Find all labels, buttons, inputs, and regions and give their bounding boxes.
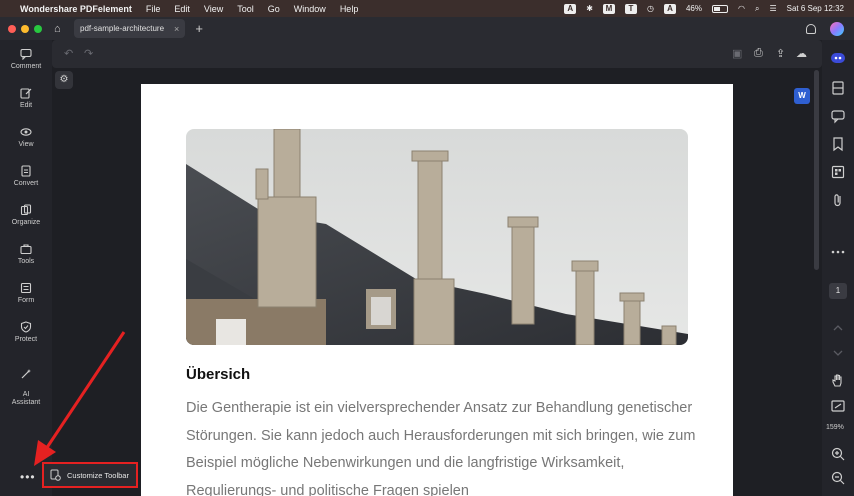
- wifi-icon[interactable]: ◠: [738, 4, 745, 13]
- tool-label: Comment: [10, 63, 42, 70]
- datetime[interactable]: Sat 6 Sep 12:32: [787, 4, 844, 13]
- filter-settings-icon[interactable]: ⚙: [55, 71, 73, 89]
- ai-chat-icon[interactable]: [830, 50, 846, 66]
- tool-label: AI Assistant: [11, 391, 41, 406]
- tool-view[interactable]: View: [0, 126, 52, 148]
- panel-icon[interactable]: [830, 80, 846, 96]
- tool-label: Tools: [17, 258, 35, 265]
- tool-convert[interactable]: Convert: [0, 165, 52, 187]
- macos-menu-bar: Wondershare PDFelement File Edit View To…: [0, 0, 854, 17]
- redo-icon[interactable]: ↷: [84, 47, 93, 60]
- vertical-scrollbar[interactable]: [814, 70, 819, 270]
- chevron-up-icon[interactable]: [830, 320, 846, 336]
- bookmark-icon[interactable]: [830, 136, 846, 152]
- gmail-icon[interactable]: M: [602, 3, 615, 14]
- fit-icon[interactable]: [830, 398, 846, 414]
- left-sidebar: Comment Edit View Convert Organize Tools…: [0, 40, 52, 496]
- a-icon[interactable]: A: [663, 3, 676, 14]
- pdfelement-icon[interactable]: A: [564, 3, 577, 14]
- save-icon[interactable]: ▣: [732, 47, 742, 60]
- toolbox-icon: [20, 244, 32, 255]
- form-icon: [20, 282, 32, 294]
- tool-edit[interactable]: Edit: [0, 87, 52, 109]
- ai-icon: [21, 369, 31, 379]
- tool-organize[interactable]: Organize: [0, 204, 52, 226]
- tool-label: Convert: [13, 180, 39, 187]
- convert-icon: [21, 165, 31, 177]
- menu-tool[interactable]: Tool: [237, 4, 254, 14]
- customize-icon: [50, 469, 61, 481]
- status-area: A ✱ M T ◷ A 46% ◠ ⌕ ☰ Sat 6 Sep 12:32: [564, 0, 844, 17]
- tool-label: View: [18, 141, 34, 148]
- menu-edit[interactable]: Edit: [174, 4, 190, 14]
- time-machine-icon[interactable]: ◷: [647, 4, 654, 13]
- tool-comment[interactable]: Comment: [0, 48, 52, 70]
- notification-bell-icon[interactable]: [806, 23, 816, 34]
- window-controls: [8, 24, 42, 33]
- menu-window[interactable]: Window: [294, 4, 326, 14]
- tool-label: Edit: [19, 102, 33, 109]
- minimize-window-button[interactable]: [21, 24, 29, 33]
- zoom-in-icon[interactable]: [830, 446, 846, 462]
- tool-form[interactable]: Form: [0, 282, 52, 304]
- comments-icon[interactable]: [830, 108, 846, 124]
- tool-tools[interactable]: Tools: [0, 243, 52, 265]
- close-tab-icon[interactable]: ×: [174, 24, 179, 34]
- shield-icon: [20, 321, 32, 333]
- print-icon[interactable]: ⎙: [754, 47, 763, 60]
- cloud-upload-icon[interactable]: ☁: [796, 47, 807, 60]
- menu-file[interactable]: File: [146, 4, 161, 14]
- app-name-menu[interactable]: Wondershare PDFelement: [20, 4, 132, 14]
- tool-ai-assistant[interactable]: AI Assistant: [0, 360, 52, 407]
- battery-icon[interactable]: [711, 4, 728, 13]
- zoom-level[interactable]: 159%: [826, 424, 844, 431]
- tabbar-right: [806, 21, 844, 36]
- comment-icon: [20, 48, 32, 60]
- more-icon[interactable]: [830, 244, 846, 260]
- tool-label: Form: [17, 297, 35, 304]
- menu-go[interactable]: Go: [268, 4, 280, 14]
- attachment-icon[interactable]: [830, 192, 846, 208]
- close-window-button[interactable]: [8, 24, 16, 33]
- tab-label: pdf-sample-architecture: [80, 24, 165, 33]
- avatar[interactable]: [830, 21, 844, 36]
- tool-label: Protect: [14, 336, 38, 343]
- word-convert-icon[interactable]: W: [794, 88, 810, 104]
- tool-protect[interactable]: Protect: [0, 321, 52, 343]
- tool-label: Organize: [11, 219, 41, 226]
- home-icon[interactable]: ⌂: [54, 23, 66, 35]
- menu-view[interactable]: View: [204, 4, 223, 14]
- hand-icon[interactable]: [830, 373, 846, 389]
- control-center-icon[interactable]: ☰: [769, 4, 776, 13]
- search-icon[interactable]: ⌕: [755, 4, 759, 14]
- document-heading: Übersich: [186, 366, 251, 383]
- zoom-out-icon[interactable]: [830, 470, 846, 486]
- tab-document[interactable]: pdf-sample-architecture ×: [74, 19, 186, 38]
- menu-help[interactable]: Help: [340, 4, 359, 14]
- more-tools-icon[interactable]: •••: [20, 470, 36, 484]
- page-number-input[interactable]: 1: [829, 283, 847, 299]
- zoom-window-button[interactable]: [34, 24, 42, 33]
- new-tab-icon[interactable]: +: [195, 21, 203, 36]
- text-icon[interactable]: T: [624, 3, 637, 14]
- bluetooth-icon[interactable]: ✱: [586, 4, 593, 13]
- architecture-photo: [186, 129, 688, 345]
- customize-toolbar-button[interactable]: Customize Toolbar: [42, 462, 138, 488]
- chevron-down-icon[interactable]: [830, 345, 846, 361]
- edit-icon: [20, 88, 32, 99]
- undo-icon[interactable]: ↶: [64, 47, 73, 60]
- tab-bar: ⌂ pdf-sample-architecture × +: [0, 17, 854, 40]
- pdf-page[interactable]: Übersich Die Gentherapie ist ein vielver…: [141, 84, 733, 496]
- document-paragraph: Die Gentherapie ist ein vielversprechend…: [186, 400, 696, 496]
- thumbnails-icon[interactable]: [830, 164, 846, 180]
- organize-icon: [20, 204, 32, 216]
- customize-toolbar-label: Customize Toolbar: [67, 470, 129, 480]
- document-toolbar: ↶ ↷ ▣ ⎙ ⇪ ☁: [52, 40, 822, 68]
- battery-percent: 46%: [685, 4, 702, 13]
- eye-icon: [20, 128, 32, 136]
- share-icon[interactable]: ⇪: [776, 47, 785, 60]
